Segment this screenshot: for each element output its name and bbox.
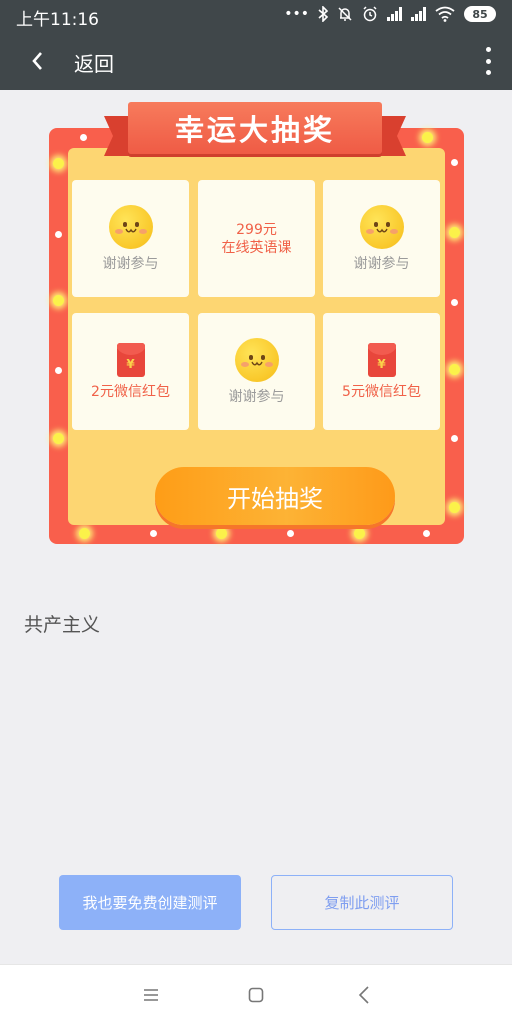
prize-label: 2元微信红包 [91,383,170,400]
light-bulb [80,134,87,141]
menu-icon [144,989,158,1001]
prize-cell-thanks[interactable]: 谢谢参与 [198,313,315,430]
prize-grid: 谢谢参与 299元 在线英语课 谢谢参与 ¥ 2元微信红包 谢谢参与 ¥ 5元微… [68,148,445,525]
light-bulb [150,530,157,537]
home-button[interactable] [241,980,271,1010]
prize-cell-red-packet-5[interactable]: ¥ 5元微信红包 [323,313,440,430]
prize-cell-red-packet-2[interactable]: ¥ 2元微信红包 [72,313,189,430]
light-bulb [451,435,458,442]
menu-button[interactable] [136,980,166,1010]
smiley-icon [234,337,279,382]
signal-icon-2 [411,7,426,21]
light-bulb [423,530,430,537]
red-envelope-icon: ¥ [367,342,396,377]
start-lottery-button[interactable]: 开始抽奖 [155,467,395,525]
chevron-left-icon [32,52,42,70]
light-bulb [451,299,458,306]
alarm-icon [363,6,377,22]
copy-assessment-button[interactable]: 复制此测评 [271,875,453,930]
prize-amount: 299元 [236,221,277,238]
prize-label: 谢谢参与 [353,255,410,272]
back-triangle-icon [358,986,369,1004]
light-bulb [216,528,227,539]
status-bar: 上午11:16 ••• 85 [0,0,512,32]
status-time: 上午11:16 [16,10,99,30]
mute-bell-icon [338,7,352,21]
bluetooth-icon [318,6,328,22]
prize-cell-thanks[interactable]: 谢谢参与 [72,180,189,297]
more-menu-button[interactable] [478,44,498,78]
content-text: 共产主义 [24,614,101,636]
home-square-icon [248,987,264,1003]
prize-label: 谢谢参与 [102,255,159,272]
light-bulb [287,530,294,537]
light-bulb [422,132,433,143]
light-bulb [53,433,64,444]
prize-label: 5元微信红包 [342,383,421,400]
back-label[interactable]: 返回 [74,48,114,77]
prize-cell-thanks[interactable]: 谢谢参与 [323,180,440,297]
light-bulb [449,502,460,513]
lottery-title: 幸运大抽奖 [128,102,382,154]
light-bulb [53,295,64,306]
light-bulb [79,528,90,539]
system-nav-bar [0,964,512,1024]
light-bulb [354,528,365,539]
system-back-button[interactable] [349,980,379,1010]
back-button[interactable] [20,42,54,80]
light-bulb [451,159,458,166]
smiley-icon [359,204,404,249]
light-bulb [449,227,460,238]
light-bulb [55,367,62,374]
prize-cell-english-course[interactable]: 299元 在线英语课 [198,180,315,297]
app-bar: 返回 [0,32,512,90]
status-icons: ••• 85 [284,6,496,22]
more-vertical-icon [485,47,491,52]
red-envelope-icon: ¥ [116,342,145,377]
smiley-icon [108,204,153,249]
lottery-board: 谢谢参与 299元 在线英语课 谢谢参与 ¥ 2元微信红包 谢谢参与 ¥ 5元微… [49,128,464,544]
light-bulb [449,364,460,375]
prize-label: 谢谢参与 [228,388,285,405]
light-bulb [55,231,62,238]
battery-indicator: 85 [464,6,496,22]
create-assessment-button[interactable]: 我也要免费创建测评 [59,875,241,930]
more-dots-icon: ••• [284,6,309,22]
prize-name: 在线英语课 [221,239,292,256]
lottery-title-ribbon: 幸运大抽奖 [104,102,406,160]
wifi-icon [435,6,455,22]
signal-icon [387,7,402,21]
light-bulb [53,158,64,169]
